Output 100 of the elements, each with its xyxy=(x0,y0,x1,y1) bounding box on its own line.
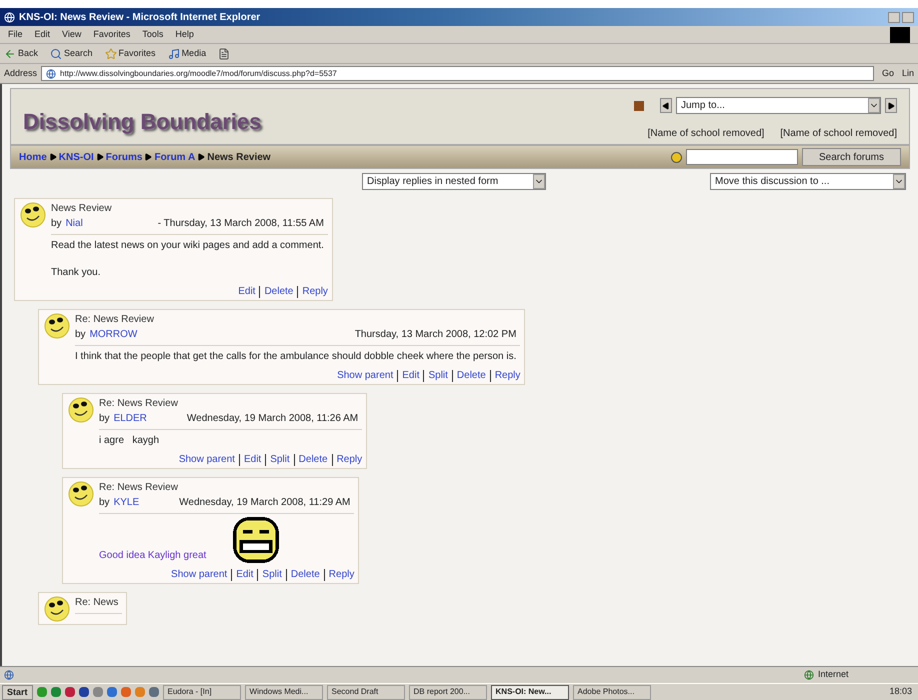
post-action-link[interactable]: Edit xyxy=(244,452,262,467)
taskbar-task[interactable]: Second Draft xyxy=(326,684,405,700)
site-title: Dissolving Boundaries xyxy=(23,108,262,136)
move-discussion-select[interactable]: Move this discussion to ... xyxy=(710,173,906,190)
display-mode-select[interactable]: Display replies in nested form xyxy=(362,173,546,190)
breadcrumb-current: News Review xyxy=(207,150,271,164)
previous-button[interactable] xyxy=(660,98,672,113)
address-field[interactable]: http://www.dissolvingboundaries.org/moodle7/mod/forum/discuss.php?d=5537 xyxy=(41,66,874,81)
menu-item[interactable]: Help xyxy=(175,28,194,42)
post-action-link[interactable]: Reply xyxy=(302,284,328,299)
post-action-link[interactable]: Reply xyxy=(336,452,362,467)
toolbar-button[interactable]: Search xyxy=(50,46,93,60)
post-action-link[interactable]: Delete xyxy=(264,284,294,299)
logo-block xyxy=(890,26,910,42)
breadcrumb-arrow-icon xyxy=(197,153,206,161)
maximize-button[interactable] xyxy=(902,12,914,22)
post-action-link[interactable]: Reply xyxy=(328,567,354,582)
post-action-link[interactable]: Delete xyxy=(290,567,320,582)
post-subject: Re: News Review xyxy=(75,313,155,327)
breadcrumb-link[interactable]: Home xyxy=(19,150,47,164)
post-action-link[interactable]: Edit xyxy=(236,567,254,582)
post-date: Wednesday, 19 March 2008, 11:26 AM xyxy=(186,412,358,426)
taskbar-task[interactable]: Windows Medi... xyxy=(244,684,323,700)
quick-launch-icon[interactable] xyxy=(106,687,117,697)
taskbar-task[interactable]: Adobe Photos... xyxy=(572,684,651,700)
by-label: by xyxy=(99,496,110,510)
menu-item[interactable]: File xyxy=(8,28,23,42)
breadcrumb-link[interactable]: Forums xyxy=(106,150,142,164)
star-icon xyxy=(104,48,117,60)
minimize-button[interactable] xyxy=(888,12,900,22)
smiley-avatar-icon xyxy=(67,396,95,424)
smiley-avatar-icon xyxy=(43,595,71,623)
search-field[interactable] xyxy=(686,149,798,165)
post-body-text: Read the latest news on your wiki pages and add a comment. xyxy=(51,239,324,253)
by-label: by xyxy=(51,217,62,231)
menu-item[interactable]: Favorites xyxy=(93,28,130,42)
search-forums-button[interactable]: Search forums xyxy=(802,148,901,166)
jump-to-select[interactable]: Jump to... xyxy=(676,97,881,114)
quick-launch-icon[interactable] xyxy=(78,687,89,697)
post-subject: News Review xyxy=(51,202,113,216)
school-name: [Name of school removed] xyxy=(780,127,897,141)
post-action-link[interactable]: Show parent xyxy=(337,368,394,383)
author-link[interactable]: MORROW xyxy=(90,327,138,342)
toolbar-button[interactable]: Favorites xyxy=(104,46,156,60)
post-body-text: I think that the people that get the calls for the ambulance should dobble cheek where the person is. xyxy=(75,350,516,364)
post-action-link[interactable]: Reply xyxy=(494,368,520,383)
window-title: KNS-OI: News Review - Microsoft Internet Explorer xyxy=(19,10,260,24)
security-zone: Internet xyxy=(818,668,849,682)
taskbar-task[interactable]: DB report 200... xyxy=(408,684,487,700)
taskbar-task[interactable]: Eudora - [In] xyxy=(162,684,241,700)
menu-item[interactable]: Tools xyxy=(142,28,164,42)
clock: 18:03 xyxy=(888,685,913,698)
next-button[interactable] xyxy=(885,98,897,113)
left-triangle-icon xyxy=(662,102,670,110)
post-action-link[interactable]: Delete xyxy=(456,368,486,383)
taskbar-task[interactable]: KNS-OI: New... xyxy=(490,684,569,700)
breadcrumb-link[interactable]: KNS-OI xyxy=(58,150,94,164)
post-action-link[interactable]: Show parent xyxy=(171,567,228,582)
links-label: Lin xyxy=(902,66,914,80)
post-subject: Re: News Review xyxy=(99,397,179,411)
breadcrumb-arrow-icon xyxy=(144,153,152,161)
post-body-text: Good idea Kayligh great xyxy=(99,549,206,563)
back-arrow-icon xyxy=(4,48,16,60)
post-date: Wednesday, 19 March 2008, 11:29 AM xyxy=(179,496,350,510)
post-action-link[interactable]: Edit xyxy=(402,368,420,383)
breadcrumb-link[interactable]: Forum A xyxy=(154,150,196,164)
help-icon xyxy=(670,152,682,162)
menu-item[interactable]: View xyxy=(62,28,82,42)
post-body-text: i agre kaygh xyxy=(99,434,160,448)
post-subject: Re: News Review xyxy=(99,481,179,495)
url-text: http://www.dissolvingboundaries.org/moodle7/mod/forum/discuss.php?d=5537 xyxy=(60,68,337,80)
by-label: by xyxy=(75,328,86,342)
post-action-link[interactable]: Edit xyxy=(238,284,256,299)
school-name: [Name of school removed] xyxy=(648,127,764,141)
author-link[interactable]: KYLE xyxy=(114,495,140,510)
toolbar-button[interactable]: Back xyxy=(4,46,38,60)
smiley-avatar-icon xyxy=(67,480,95,508)
toolbar-button[interactable]: Media xyxy=(168,46,206,60)
post-action-link[interactable]: Split xyxy=(428,368,448,383)
menu-item[interactable]: Edit xyxy=(34,28,50,42)
start-button[interactable]: Start xyxy=(2,684,33,700)
author-link[interactable]: ELDER xyxy=(114,411,147,426)
breadcrumb-arrow-icon xyxy=(48,153,57,161)
quick-launch-icon[interactable] xyxy=(64,687,75,697)
post-date: Thursday, 13 March 2008, 12:02 PM xyxy=(354,328,516,342)
smiley-avatar-icon xyxy=(43,312,71,340)
right-triangle-icon xyxy=(887,102,895,110)
breadcrumb-arrow-icon xyxy=(96,153,104,161)
post-date: - Thursday, 13 March 2008, 11:55 AM xyxy=(158,217,324,231)
address-label: Address xyxy=(4,66,38,80)
post-action-link[interactable]: Split xyxy=(270,452,290,467)
quick-launch-icon[interactable] xyxy=(50,687,61,697)
post-action-link[interactable]: Show parent xyxy=(178,452,235,467)
go-button[interactable]: Go xyxy=(878,66,898,80)
post-action-link[interactable]: Delete xyxy=(298,452,328,467)
post-subject: Re: News xyxy=(75,596,118,610)
author-link[interactable]: Nial xyxy=(66,216,83,231)
quick-launch-icon[interactable] xyxy=(148,687,159,697)
post-action-link[interactable]: Split xyxy=(262,567,282,582)
search-icon xyxy=(50,48,62,60)
